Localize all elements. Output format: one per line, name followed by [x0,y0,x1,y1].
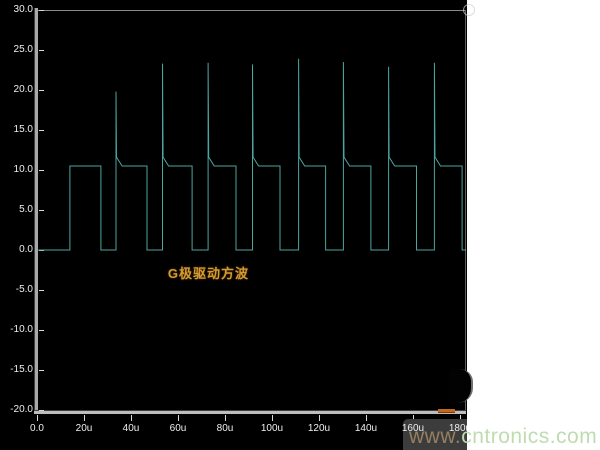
y-tick-label: 5.0 [0,204,33,216]
y-tick-label: -10.0 [0,324,33,336]
x-tick-label: 60u [158,423,198,435]
y-tick-label: 25.0 [0,44,33,56]
y-tick-label: -15.0 [0,364,33,376]
corner-marker-circle [463,4,475,16]
x-tick-label: 140u [346,423,386,435]
x-tick-label: 20u [64,423,104,435]
y-tick-label: 0.0 [0,244,33,256]
x-tick-label: 100u [252,423,292,435]
waveform-trace [38,59,466,250]
y-tick-label: -20.0 [0,404,33,416]
y-tick-label: 10.0 [0,164,33,176]
x-tick-label: 0.0 [17,423,57,435]
axis-orange-dash [438,409,455,412]
plot-window: 30.0 25.0 20.0 15.0 10.0 5.0 0.0 -5.0 -10.0 -15.0… [0,0,467,450]
waveform-svg [0,0,467,450]
watermark-www: www. [409,425,461,448]
y-tick-label: 20.0 [0,84,33,96]
watermark-domain: cntronics.com [461,425,597,448]
y-tick-label: 30.0 [0,4,33,16]
watermark: www.cntronics.com [409,426,597,448]
waveform-annotation: G极驱动方波 [168,266,249,281]
x-tick-label: 80u [205,423,245,435]
y-tick-label: -5.0 [0,284,33,296]
simulation-plot-screenshot: 30.0 25.0 20.0 15.0 10.0 5.0 0.0 -5.0 -10.0 -15.0… [0,0,600,450]
x-tick-label: 120u [299,423,339,435]
x-tick-label: 40u [111,423,151,435]
y-tick-label: 15.0 [0,124,33,136]
